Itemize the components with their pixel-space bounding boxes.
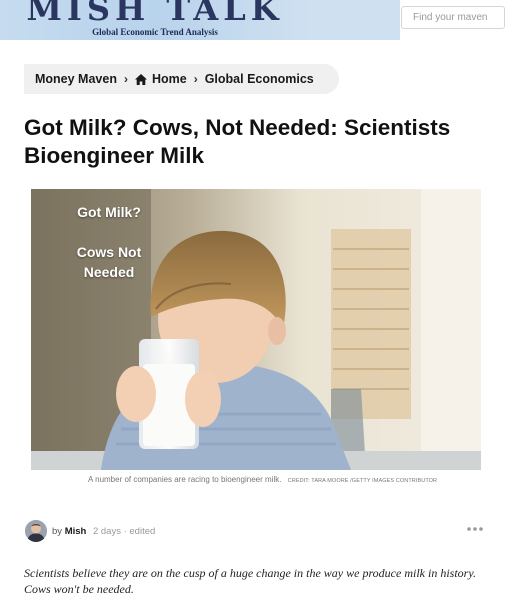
caption-text: A number of companies are racing to bioe…: [88, 475, 282, 484]
breadcrumb-home[interactable]: Home: [152, 72, 187, 86]
byline-prefix: by: [52, 526, 63, 537]
breadcrumb-money-maven[interactable]: Money Maven: [35, 72, 117, 86]
caption-credit: CREDIT: TARA MOORE /GETTY IMAGES CONTRIB…: [287, 478, 438, 484]
author-byline: by Mish 2 days · edited: [52, 526, 155, 537]
chevron-right-icon: ›: [193, 72, 198, 86]
article-lead: Scientists believe they are on the cusp …: [24, 566, 477, 596]
hero-overlay-line2: Cows Not Needed: [76, 244, 142, 280]
author-avatar[interactable]: [25, 520, 47, 542]
site-logo[interactable]: MISH TALK Global Economic Trend Analysis: [0, 0, 310, 40]
post-timestamp: 2 days · edited: [92, 526, 156, 537]
hero-image[interactable]: Got Milk? Cows Not Needed: [31, 189, 481, 470]
article-title: Got Milk? Cows, Not Needed: Scientists B…: [24, 115, 451, 168]
breadcrumb: Money Maven › Home › Global Economics: [24, 64, 339, 94]
header-banner-fill: [310, 0, 400, 40]
site-header: MISH TALK Global Economic Trend Analysis…: [0, 0, 509, 40]
logo-subtitle: Global Economic Trend Analysis: [92, 27, 218, 37]
breadcrumb-global-economics[interactable]: Global Economics: [205, 72, 314, 86]
chevron-right-icon: ›: [123, 72, 128, 86]
avatar-image: [25, 520, 47, 542]
image-caption: A number of companies are racing to bioe…: [88, 475, 488, 484]
search-input[interactable]: Find your maven: [401, 6, 505, 29]
hero-overlay-line1: Got Milk?: [77, 204, 141, 220]
home-icon: [134, 73, 147, 85]
logo-title: MISH TALK: [26, 0, 284, 28]
hero-illustration: [31, 189, 481, 470]
more-options-icon[interactable]: [466, 524, 484, 534]
author-name[interactable]: Mish: [65, 526, 87, 537]
